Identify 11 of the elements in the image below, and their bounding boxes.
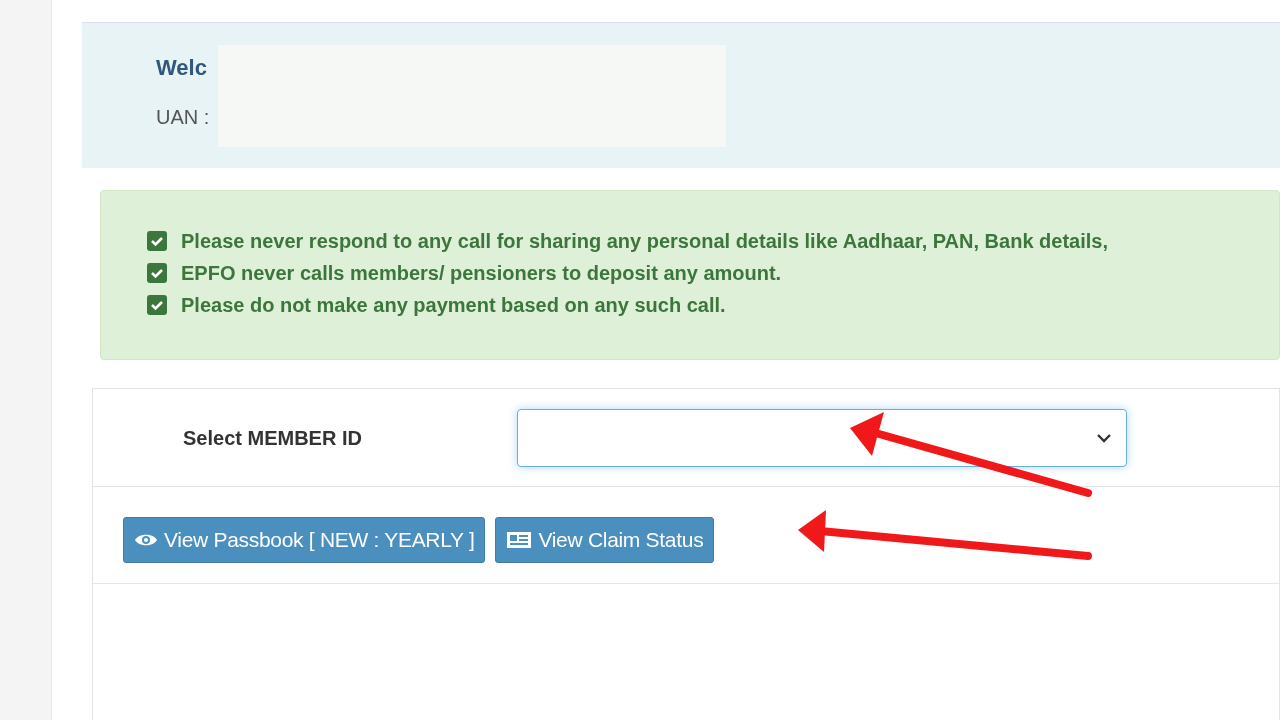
notice-text: Please do not make any payment based on any such call. xyxy=(181,293,726,318)
chevron-down-icon xyxy=(1096,432,1112,443)
notice-text: Please never respond to any call for sharing any personal details like Aadhaar, PAN, Bank details, xyxy=(181,229,1108,254)
welcome-heading: Welc xyxy=(156,54,208,82)
notice-text: EPFO never calls members/ pensioners to deposit any amount. xyxy=(181,261,782,286)
newspaper-icon xyxy=(506,530,533,549)
member-id-select[interactable] xyxy=(517,408,1127,467)
uan-label: UAN : xyxy=(156,105,211,130)
action-button[interactable]: View Passbook [ NEW : YEARLY ] xyxy=(123,517,486,563)
action-button[interactable]: View Claim Status xyxy=(495,517,715,563)
member-id-label: Select MEMBER ID xyxy=(182,425,363,451)
